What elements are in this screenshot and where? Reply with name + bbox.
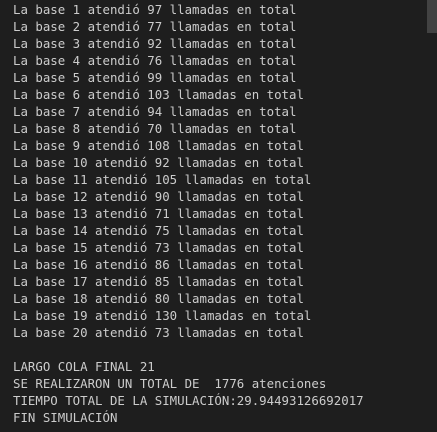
base-line-7: La base 7 atendió 94 llamadas en total xyxy=(13,104,297,119)
scrollbar-thumb[interactable] xyxy=(427,0,437,33)
total-attentions-line: SE REALIZARON UN TOTAL DE 1776 atencione… xyxy=(13,376,327,391)
base-line-10: La base 10 atendió 92 llamadas en total xyxy=(13,155,304,170)
base-line-14: La base 14 atendió 75 llamadas en total xyxy=(13,223,304,238)
base-line-5: La base 5 atendió 99 llamadas en total xyxy=(13,70,297,85)
queue-length-line: LARGO COLA FINAL 21 xyxy=(13,359,155,374)
base-line-9: La base 9 atendió 108 llamadas en total xyxy=(13,138,304,153)
base-line-18: La base 18 atendió 80 llamadas en total xyxy=(13,291,304,306)
base-line-11: La base 11 atendió 105 llamadas en total xyxy=(13,172,312,187)
end-simulation-line: FIN SIMULACIÓN xyxy=(13,410,118,425)
base-line-17: La base 17 atendió 85 llamadas en total xyxy=(13,274,304,289)
terminal-scrollbar[interactable] xyxy=(427,0,437,432)
base-line-8: La base 8 atendió 70 llamadas en total xyxy=(13,121,297,136)
base-line-4: La base 4 atendió 76 llamadas en total xyxy=(13,53,297,68)
base-line-20: La base 20 atendió 73 llamadas en total xyxy=(13,325,304,340)
base-line-19: La base 19 atendió 130 llamadas en total xyxy=(13,308,312,323)
base-line-15: La base 15 atendió 73 llamadas en total xyxy=(13,240,304,255)
base-line-3: La base 3 atendió 92 llamadas en total xyxy=(13,36,297,51)
terminal-output[interactable]: La base 1 atendió 97 llamadas en total L… xyxy=(0,0,437,432)
base-line-13: La base 13 atendió 71 llamadas en total xyxy=(13,206,304,221)
base-line-16: La base 16 atendió 86 llamadas en total xyxy=(13,257,304,272)
total-time-line: TIEMPO TOTAL DE LA SIMULACIÓN:29.9449312… xyxy=(13,393,364,408)
base-line-2: La base 2 atendió 77 llamadas en total xyxy=(13,19,297,34)
base-line-1: La base 1 atendió 97 llamadas en total xyxy=(13,2,297,17)
base-line-12: La base 12 atendió 90 llamadas en total xyxy=(13,189,304,204)
base-line-6: La base 6 atendió 103 llamadas en total xyxy=(13,87,304,102)
